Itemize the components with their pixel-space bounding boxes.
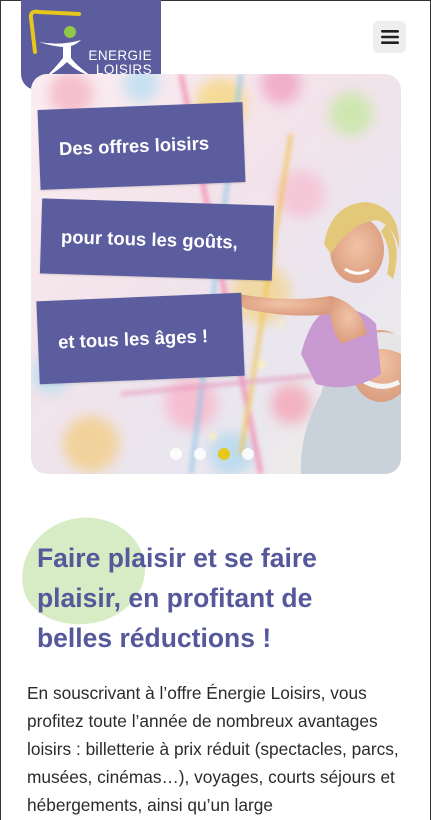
carousel-dot-active[interactable] xyxy=(218,448,230,460)
hero-carousel[interactable]: Des offres loisirs pour tous les goûts, … xyxy=(31,74,401,474)
logo-wordmark: ENERGIE LOISIRS xyxy=(88,48,152,77)
hero-label: Des offres loisirs xyxy=(37,102,246,190)
hero-label: pour tous les goûts, xyxy=(39,198,275,281)
carousel-dot[interactable] xyxy=(170,448,182,460)
carousel-dot[interactable] xyxy=(242,448,254,460)
carousel-pagination xyxy=(170,448,254,460)
menu-button[interactable] xyxy=(373,21,406,53)
section-heading: Faire plaisir et se faire plaisir, en pr… xyxy=(37,543,317,653)
hamburger-menu-icon xyxy=(380,30,399,44)
intro-paragraph: En souscrivant à l’offre Énergie Loisirs… xyxy=(27,683,399,815)
hero-label: et tous les âges ! xyxy=(36,292,245,385)
carousel-dot[interactable] xyxy=(194,448,206,460)
